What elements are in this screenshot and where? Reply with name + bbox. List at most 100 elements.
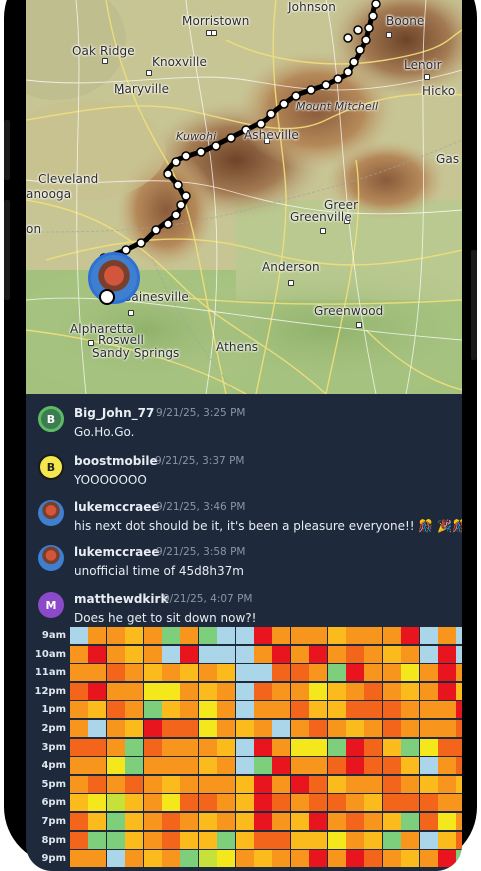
heatmap-cell xyxy=(327,850,346,868)
heatmap-cell xyxy=(382,794,401,812)
heatmap-cell xyxy=(419,682,438,700)
heatmap-cell xyxy=(162,701,180,719)
heatmap-cell xyxy=(438,775,456,793)
heatmap-cell xyxy=(290,701,309,719)
heatmap-cell xyxy=(106,775,125,793)
heatmap-cell xyxy=(419,794,438,812)
terrain-map[interactable]: Johnson Boone Morristown Oak Ridge Knoxv… xyxy=(26,0,462,394)
heatmap-cell xyxy=(419,664,438,682)
heatmap-cell xyxy=(143,701,162,719)
heatmap-cell xyxy=(309,627,328,644)
heatmap-cell xyxy=(290,682,309,700)
current-position-avatar[interactable] xyxy=(88,252,140,305)
heatmap-cell xyxy=(88,627,107,644)
username[interactable]: lukemccraee xyxy=(74,500,159,514)
heatmap-cell xyxy=(346,664,364,682)
heatmap-cell xyxy=(235,627,254,644)
heatmap-cell xyxy=(254,794,272,812)
heatmap-cell xyxy=(254,664,272,682)
heatmap-cell xyxy=(254,775,272,793)
user-avatar[interactable]: B xyxy=(38,454,64,480)
heatmap-cell xyxy=(143,794,162,812)
heatmap-cell xyxy=(106,720,125,737)
heatmap-cell xyxy=(419,813,438,830)
heatmap-cell xyxy=(419,720,438,737)
hour-label: 10am xyxy=(34,648,66,660)
heatmap-cell xyxy=(125,627,144,644)
heatmap-cell xyxy=(235,757,254,775)
heatmap-cell xyxy=(106,682,125,700)
heatmap-cell xyxy=(198,775,217,793)
username[interactable]: lukemccraee xyxy=(74,545,159,559)
heatmap-cell xyxy=(290,831,309,849)
username[interactable]: Big_John_77 xyxy=(74,406,154,420)
heatmap-cell xyxy=(290,720,309,737)
heatmap-cell xyxy=(217,627,236,644)
heatmap-cell xyxy=(235,664,254,682)
heatmap-cell xyxy=(309,664,328,682)
map-city-label: Roswell xyxy=(98,333,144,347)
chat-message: B boostmobile 9/21/25, 3:37 PM YOOOOOOO xyxy=(26,450,462,496)
heatmap-cell xyxy=(70,813,88,830)
heatmap-cell xyxy=(382,813,401,830)
heatmap-cell xyxy=(125,813,144,830)
heatmap-cell xyxy=(290,850,309,868)
heatmap-cell xyxy=(272,831,291,849)
heatmap-cell xyxy=(106,813,125,830)
heatmap-cell xyxy=(382,757,401,775)
heatmap-cell xyxy=(143,682,162,700)
heatmap-cell xyxy=(88,720,107,737)
heatmap-cell xyxy=(401,682,420,700)
heatmap-cell xyxy=(254,682,272,700)
heatmap-cell xyxy=(217,645,236,663)
timestamp: 9/21/25, 3:25 PM xyxy=(156,407,246,419)
heatmap-cell xyxy=(88,645,107,663)
map-city-label: Johnson xyxy=(288,0,336,14)
heatmap-cell xyxy=(125,738,144,756)
chat-message: lukemccraee 9/21/25, 3:58 PM unofficial … xyxy=(26,541,462,587)
chat-feed[interactable]: B Big_John_77 9/21/25, 3:25 PM Go.Ho.Go.… xyxy=(26,394,462,626)
heatmap-cell xyxy=(254,757,272,775)
heatmap-cell xyxy=(198,701,217,719)
heatmap-cell xyxy=(106,701,125,719)
heatmap-cell xyxy=(198,757,217,775)
map-city-label: Anderson xyxy=(262,260,320,274)
username[interactable]: matthewdkirk xyxy=(74,592,168,606)
heatmap-cell xyxy=(401,664,420,682)
heatmap-cell xyxy=(346,627,364,644)
heatmap-cell xyxy=(346,775,364,793)
heatmap-cell xyxy=(106,627,125,644)
hour-label: 7pm xyxy=(41,816,66,827)
username[interactable]: boostmobile xyxy=(74,454,158,468)
heatmap-cell xyxy=(456,738,462,756)
heatmap-cell xyxy=(70,701,88,719)
user-avatar-photo[interactable] xyxy=(38,545,64,571)
heatmap-cell xyxy=(327,645,346,663)
heatmap-cell xyxy=(198,720,217,737)
heatmap-cell xyxy=(180,850,199,868)
heatmap-cell xyxy=(364,720,383,737)
heatmap-cell xyxy=(401,738,420,756)
heatmap-cell xyxy=(346,645,364,663)
heatmap-cell xyxy=(88,813,107,830)
heatmap-cell xyxy=(125,645,144,663)
volume-down-button xyxy=(4,200,10,300)
heatmap-cell xyxy=(235,645,254,663)
heatmap-cell xyxy=(88,794,107,812)
heatmap-cell xyxy=(198,794,217,812)
heatmap-cell xyxy=(364,682,383,700)
heatmap-cell xyxy=(401,794,420,812)
heatmap-cell xyxy=(382,850,401,868)
hour-label: 4pm xyxy=(41,760,66,772)
heatmap-cell xyxy=(180,775,199,793)
user-avatar[interactable]: M xyxy=(38,592,64,618)
heatmap-cell xyxy=(162,682,180,700)
map-city-label: Athens xyxy=(216,340,259,354)
map-city-label: Maryville xyxy=(114,82,170,96)
heatmap-cell xyxy=(180,627,199,644)
user-avatar-photo[interactable] xyxy=(38,500,64,526)
heatmap-cell xyxy=(180,831,199,849)
heatmap-cell xyxy=(327,720,346,737)
user-avatar[interactable]: B xyxy=(38,406,64,432)
heatmap-cell xyxy=(235,701,254,719)
